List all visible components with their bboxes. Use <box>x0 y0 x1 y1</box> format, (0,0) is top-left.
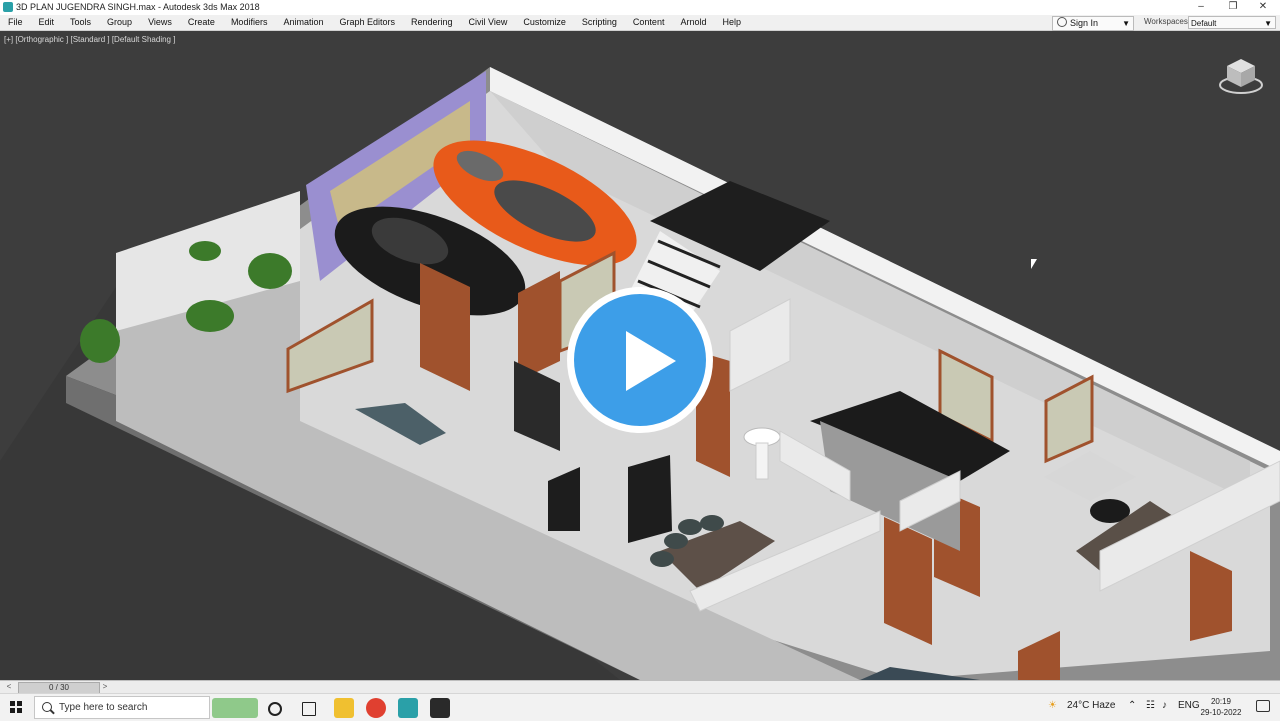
workspace-value: Default <box>1191 19 1217 28</box>
windows-start-icon[interactable] <box>10 701 22 713</box>
play-button[interactable] <box>567 287 713 433</box>
clock-time: 20:19 <box>1210 697 1232 706</box>
chevron-up-icon[interactable]: ⌃ <box>1128 700 1136 711</box>
menu-arnold[interactable]: Arnold <box>672 15 714 30</box>
title-bar: 3D PLAN JUGENDRA SINGH.max - Autodesk 3d… <box>0 0 1280 15</box>
play-icon <box>626 331 676 391</box>
search-placeholder: Type here to search <box>59 702 148 713</box>
viewport-label[interactable]: [+] [Orthographic ] [Standard ] [Default… <box>4 35 175 44</box>
sign-in-dropdown[interactable]: Sign In ▼ <box>1052 16 1134 31</box>
taskbar-search-box[interactable]: Type here to search <box>34 696 210 719</box>
minimize-button[interactable]: – <box>1186 0 1216 15</box>
menu-edit[interactable]: Edit <box>31 15 63 30</box>
recorder-icon[interactable] <box>430 698 450 718</box>
workspaces-label: Workspaces: <box>1144 17 1191 26</box>
mouse-cursor-icon <box>1031 259 1037 269</box>
task-view-icon[interactable] <box>302 702 316 716</box>
notification-icon[interactable] <box>1256 700 1270 712</box>
prev-frame-button[interactable]: < <box>4 681 14 693</box>
search-highlight-icon[interactable] <box>212 698 258 718</box>
menu-group[interactable]: Group <box>99 15 140 30</box>
chevron-down-icon: ▼ <box>1122 19 1130 28</box>
menu-animation[interactable]: Animation <box>275 15 331 30</box>
clock[interactable]: 20:19 29-10-2022 <box>1196 696 1246 718</box>
sign-in-label: Sign In <box>1070 18 1099 28</box>
file-explorer-icon[interactable] <box>334 698 354 718</box>
maximize-button[interactable]: ❐ <box>1218 0 1248 15</box>
window-title: 3D PLAN JUGENDRA SINGH.max - Autodesk 3d… <box>16 2 260 12</box>
next-frame-button[interactable]: > <box>100 681 110 693</box>
menu-tools[interactable]: Tools <box>62 15 99 30</box>
weather-icon[interactable]: ☀ <box>1048 700 1057 711</box>
menu-customize[interactable]: Customize <box>515 15 574 30</box>
network-icon[interactable]: ☷ <box>1146 700 1155 711</box>
chevron-down-icon: ▼ <box>1264 19 1272 28</box>
chrome-icon[interactable] <box>366 698 386 718</box>
3dsmax-app-icon <box>3 2 13 12</box>
perspective-viewport[interactable]: [+] [Orthographic ] [Standard ] [Default… <box>0 31 1280 680</box>
menu-civil-view[interactable]: Civil View <box>461 15 516 30</box>
close-button[interactable]: ✕ <box>1248 0 1278 15</box>
menu-scripting[interactable]: Scripting <box>574 15 625 30</box>
taskbar: Type here to search ☀ 24°C Haze ⌃ ☷ ♪ EN… <box>0 693 1280 721</box>
viewcube-icon[interactable] <box>1218 55 1264 95</box>
time-slider-bar: < 0 / 30 > <box>0 680 1280 694</box>
volume-icon[interactable]: ♪ <box>1162 700 1167 711</box>
play-button-circle <box>574 294 706 426</box>
menu-create[interactable]: Create <box>180 15 223 30</box>
menu-rendering[interactable]: Rendering <box>403 15 461 30</box>
3dsmax-taskbar-icon[interactable] <box>398 698 418 718</box>
menu-graph-editors[interactable]: Graph Editors <box>331 15 403 30</box>
menu-content[interactable]: Content <box>625 15 673 30</box>
weather-text[interactable]: 24°C Haze <box>1067 700 1115 711</box>
clock-date: 29-10-2022 <box>1200 708 1242 717</box>
workspace-select[interactable]: Default ▼ <box>1188 16 1276 29</box>
menu-bar: File Edit Tools Group Views Create Modif… <box>0 15 1280 31</box>
menu-file[interactable]: File <box>0 15 31 30</box>
menu-help[interactable]: Help <box>714 15 749 30</box>
search-icon <box>42 702 52 712</box>
user-icon <box>1057 17 1067 27</box>
cortana-icon[interactable] <box>268 702 282 716</box>
main-menu: File Edit Tools Group Views Create Modif… <box>0 15 749 30</box>
menu-modifiers[interactable]: Modifiers <box>223 15 276 30</box>
menu-views[interactable]: Views <box>140 15 180 30</box>
